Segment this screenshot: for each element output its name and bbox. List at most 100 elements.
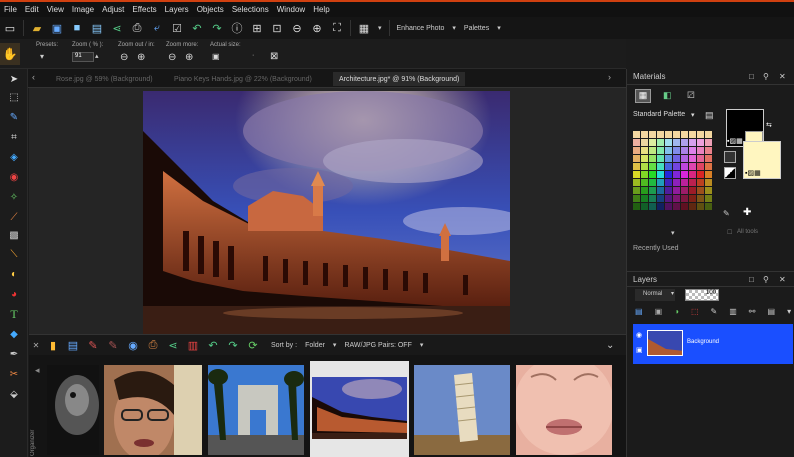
organizer-tag-icon[interactable]: ✎	[84, 336, 102, 354]
color-swatch[interactable]	[697, 155, 704, 162]
layer-visibility-icon[interactable]: ◉	[636, 331, 642, 339]
menu-selections[interactable]: Selections	[228, 5, 273, 14]
materials-restore-icon[interactable]: □	[749, 72, 754, 81]
color-swatch[interactable]	[689, 171, 696, 178]
layers-close-icon[interactable]: ✕	[779, 275, 786, 284]
presets-dropdown[interactable]: ▾	[40, 52, 54, 64]
add-swatch-icon[interactable]: ✚	[743, 207, 751, 218]
layer-style-icon[interactable]: ✎	[711, 307, 718, 321]
color-swatch[interactable]	[649, 147, 656, 154]
color-swatch[interactable]	[689, 139, 696, 146]
color-swatch[interactable]	[673, 171, 680, 178]
save-icon[interactable]: ■	[68, 19, 86, 37]
color-swatch[interactable]	[641, 147, 648, 154]
color-swatch[interactable]	[689, 147, 696, 154]
palettes-dropdown[interactable]: Palettes	[460, 25, 493, 32]
zoom-more-in-icon[interactable]: ⊕	[185, 52, 193, 63]
color-swatch[interactable]	[705, 179, 712, 186]
browse-icon[interactable]: ▣	[48, 19, 66, 37]
color-swatch[interactable]	[673, 139, 680, 146]
color-swatch[interactable]	[649, 195, 656, 202]
pick-tool-icon[interactable]: ➤	[2, 71, 26, 87]
color-swatch[interactable]	[665, 131, 672, 138]
color-swatch[interactable]	[689, 179, 696, 186]
menu-objects[interactable]: Objects	[193, 5, 228, 14]
color-swatch[interactable]	[633, 187, 640, 194]
color-swatch[interactable]	[681, 131, 688, 138]
organizer-view-icon[interactable]: ▮	[44, 336, 62, 354]
foreground-properties-icon[interactable]: ▪▨▦	[727, 137, 743, 145]
open-folder-icon[interactable]: ▰	[28, 19, 46, 37]
color-swatch[interactable]	[641, 131, 648, 138]
zoom-out-button-icon[interactable]: ⊖	[120, 52, 128, 63]
color-swatch[interactable]	[633, 155, 640, 162]
color-swatch[interactable]	[649, 171, 656, 178]
menu-file[interactable]: File	[0, 5, 21, 14]
color-swatch[interactable]	[641, 179, 648, 186]
zoom-more-out-icon[interactable]: ⊖	[168, 52, 176, 63]
color-swatch[interactable]	[633, 147, 640, 154]
organizer-rate-icon[interactable]: ✎	[104, 336, 122, 354]
info-icon[interactable]: ⓘ	[228, 19, 246, 37]
thumbnail-leaning-tower-pisa[interactable]	[414, 365, 510, 455]
rainbow-palette-tab-icon[interactable]: ◧	[663, 90, 672, 101]
red-eye-tool-icon[interactable]: ◉	[2, 169, 26, 185]
architecture-photo[interactable]	[143, 91, 510, 335]
color-swatch[interactable]	[689, 131, 696, 138]
color-swatch[interactable]	[633, 203, 640, 210]
paint-bucket-icon[interactable]: ◕	[2, 286, 26, 302]
color-swatch[interactable]	[705, 131, 712, 138]
paint-brush-icon[interactable]: ▩	[2, 227, 26, 243]
makeover-tool-icon[interactable]: ✧	[2, 189, 26, 205]
fit-screen-icon[interactable]: ⊡	[268, 19, 286, 37]
dropper-icon[interactable]: ✎	[723, 209, 730, 218]
color-swatch[interactable]	[681, 203, 688, 210]
color-swatch[interactable]	[641, 171, 648, 178]
materials-close-icon[interactable]: ✕	[779, 72, 786, 81]
color-swatch[interactable]	[681, 155, 688, 162]
enhance-photo-dropdown[interactable]: Enhance Photo	[393, 25, 449, 32]
selection-tool-icon[interactable]: ⬚	[2, 89, 26, 105]
crop-tool-icon[interactable]: ⌗	[2, 129, 26, 145]
organizer-share-icon[interactable]: ⋖	[164, 336, 182, 354]
organizer-collapse-icon[interactable]: ⌄	[606, 340, 626, 351]
organizer-person-icon[interactable]: ◉	[124, 336, 142, 354]
warp-tool-icon[interactable]: ✂	[2, 366, 26, 382]
fit-image-icon[interactable]: ⊠	[270, 51, 278, 62]
color-swatch[interactable]	[665, 147, 672, 154]
pen-tool-icon[interactable]: ✒	[2, 346, 26, 362]
color-swatch[interactable]	[673, 131, 680, 138]
color-swatch[interactable]	[657, 131, 664, 138]
zoom-in-button-icon[interactable]: ⊕	[137, 52, 145, 63]
menu-layers[interactable]: Layers	[161, 5, 193, 14]
dropper-tool-icon[interactable]: ✎	[2, 109, 26, 125]
delete-layer-icon[interactable]: ▤	[768, 307, 776, 321]
share-icon[interactable]: ⋖	[108, 19, 126, 37]
color-swatch[interactable]	[641, 187, 648, 194]
transparent-toggle-icon[interactable]	[724, 167, 736, 179]
color-swatch[interactable]	[705, 171, 712, 178]
color-swatch[interactable]	[657, 179, 664, 186]
color-swatch[interactable]	[665, 179, 672, 186]
thumbnail-woman-glasses[interactable]	[104, 365, 202, 455]
color-swatch[interactable]	[689, 163, 696, 170]
color-swatch[interactable]	[697, 195, 704, 202]
color-swatch[interactable]	[673, 179, 680, 186]
fill-tool-icon[interactable]: ◐	[2, 266, 26, 282]
color-swatch[interactable]	[697, 179, 704, 186]
eraser-tool-icon[interactable]: ⟍	[2, 246, 26, 262]
color-swatch[interactable]	[657, 195, 664, 202]
undo-icon[interactable]: ↶	[188, 19, 206, 37]
retouch-tool-icon[interactable]: ⬙	[2, 386, 26, 402]
color-swatch[interactable]	[673, 195, 680, 202]
color-swatch[interactable]	[657, 187, 664, 194]
sort-folder-arrow[interactable]: ▾	[329, 341, 341, 349]
color-swatch[interactable]	[665, 155, 672, 162]
color-swatch[interactable]	[689, 187, 696, 194]
mask-layer-icon[interactable]: ⬚	[691, 307, 699, 321]
color-swatch[interactable]	[673, 147, 680, 154]
new-file-icon[interactable]: ▭	[1, 19, 19, 37]
color-swatch[interactable]	[681, 187, 688, 194]
color-swatch[interactable]	[681, 147, 688, 154]
palette-selector-arrow[interactable]: ▾	[691, 111, 695, 119]
